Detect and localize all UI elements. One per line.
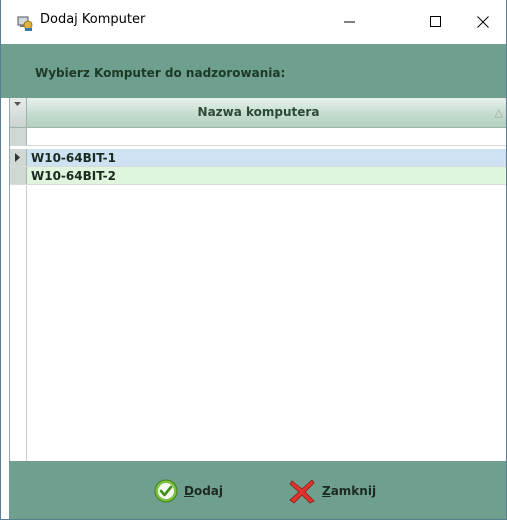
row-indicator (10, 167, 27, 184)
filter-row-indicator (10, 128, 27, 145)
row-indicator-column (10, 185, 27, 461)
row-indicator (10, 149, 27, 166)
instruction-header: Wybierz Komputer do nadzorowania: (1, 44, 506, 98)
close-dialog-label: Zamknij (322, 484, 377, 498)
check-icon (154, 479, 178, 503)
grid-header: Nazwa komputera △ (10, 98, 506, 128)
minimize-icon (344, 21, 355, 23)
grid-menu-button[interactable] (10, 98, 27, 127)
close-button[interactable] (460, 0, 506, 44)
title-bar[interactable]: Dodaj Komputer (1, 0, 506, 44)
dialog-window: Dodaj Komputer Wybierz Komputer do nadzo… (0, 0, 507, 520)
app-icon (17, 16, 33, 31)
add-button-label: Dodaj (184, 484, 224, 498)
column-header-nazwa[interactable]: Nazwa komputera (26, 105, 491, 119)
table-row[interactable]: W10-64BIT-2 (10, 167, 506, 185)
x-icon (289, 479, 315, 504)
button-bar: Dodaj Zamknij (9, 461, 506, 519)
add-button[interactable]: Dodaj (154, 478, 223, 504)
maximize-icon (430, 16, 441, 27)
close-dialog-button[interactable]: Zamknij (288, 478, 376, 504)
minimize-button[interactable] (327, 0, 373, 44)
computer-name-cell: W10-64BIT-2 (31, 169, 116, 183)
computer-grid[interactable]: Nazwa komputera △ W10-64BIT-1 W10-64BIT-… (9, 98, 506, 461)
row-pointer-icon (15, 153, 20, 162)
filter-row[interactable] (10, 128, 506, 146)
maximize-button[interactable] (413, 0, 459, 44)
table-row[interactable]: W10-64BIT-1 (10, 149, 506, 167)
computer-name-cell: W10-64BIT-1 (31, 151, 116, 165)
window-title: Dodaj Komputer (40, 12, 146, 27)
dropdown-arrow-icon (14, 102, 21, 106)
close-icon (477, 16, 489, 28)
sort-icon[interactable]: △ (495, 106, 503, 119)
instruction-label: Wybierz Komputer do nadzorowania: (35, 66, 286, 80)
